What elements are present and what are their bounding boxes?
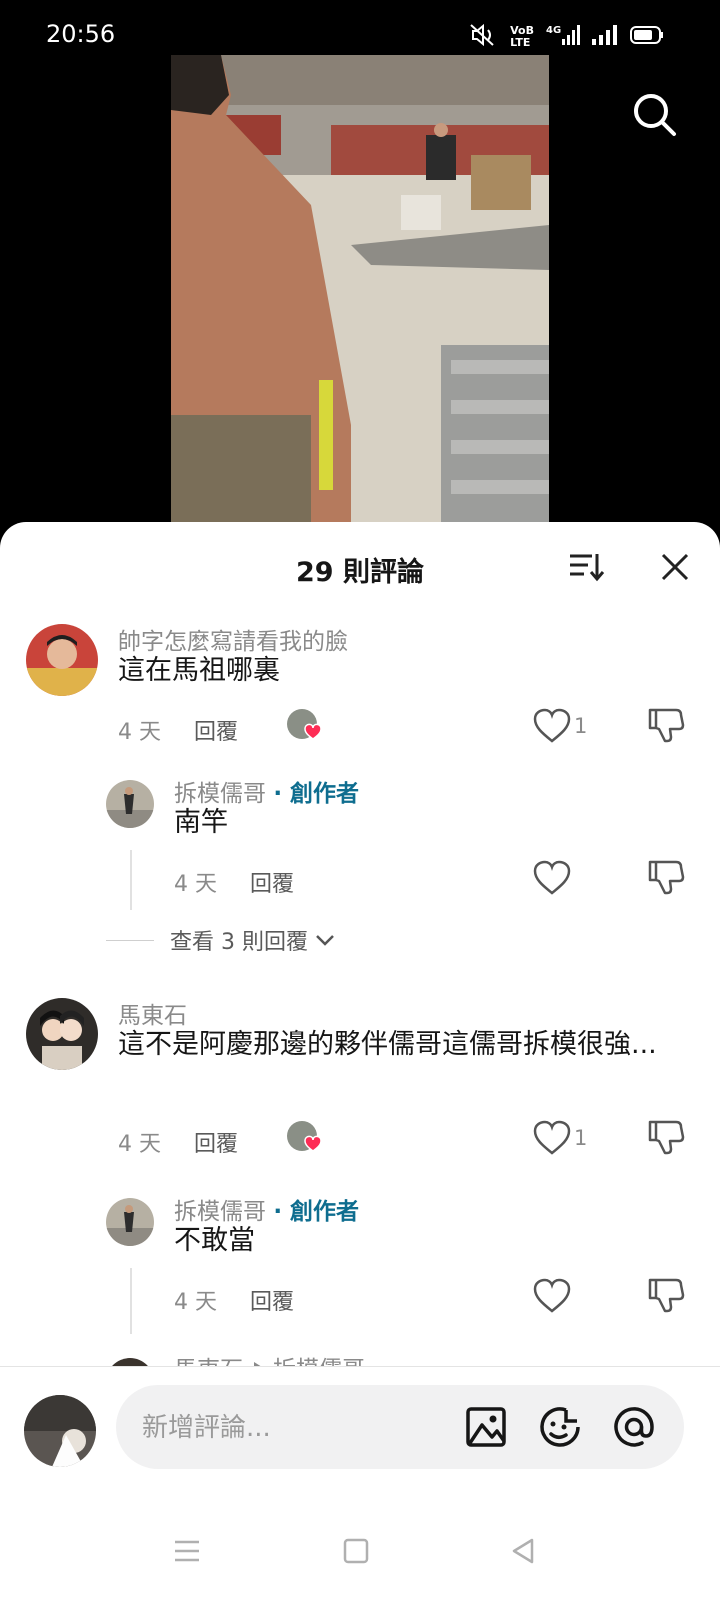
creator-liked-icon (286, 1120, 324, 1154)
like-button[interactable] (532, 1120, 572, 1156)
reply-text: 南竿 (174, 807, 228, 838)
my-avatar[interactable] (24, 1395, 96, 1467)
view-replies-button[interactable]: 查看 3 則回覆 (106, 924, 336, 956)
comment-age: 4 天 (118, 720, 161, 745)
comment-text: 這在馬祖哪裏 (118, 655, 280, 686)
avatar[interactable] (26, 998, 98, 1070)
thumbs-down-icon (648, 860, 685, 895)
mute-icon (468, 22, 498, 52)
reply-username: 拆模儒哥 · 創作者 (174, 774, 359, 808)
view-replies-label: 查看 3 則回覆 (170, 930, 308, 955)
comments-header: 29 則評論 (0, 522, 720, 608)
signal-4g-icon: 4G (546, 23, 580, 51)
dislike-button[interactable] (646, 706, 686, 744)
heart-outline-icon (533, 860, 571, 895)
reply-age: 4 天 (174, 872, 217, 897)
svg-text:4G: 4G (546, 25, 561, 36)
video-frame (171, 55, 549, 525)
creator-liked-icon (286, 708, 324, 742)
close-button[interactable] (660, 552, 690, 582)
thumbs-down-icon (648, 708, 685, 743)
menu-button[interactable] (172, 1536, 202, 1566)
comments-list: 帥字怎麼寫請看我的臉 這在馬祖哪裏 4 天 回覆 1 拆模儒哥 · 創作者 南竿… (0, 608, 720, 1378)
status-time: 20:56 (46, 20, 116, 48)
like-button[interactable] (532, 1278, 572, 1314)
home-button[interactable] (341, 1536, 371, 1566)
image-button[interactable] (464, 1405, 508, 1449)
signal-icon (592, 24, 618, 50)
search-icon (634, 94, 676, 136)
battery-icon (630, 25, 664, 49)
dislike-button[interactable] (646, 858, 686, 896)
thread-line (130, 1268, 132, 1334)
dislike-button[interactable] (646, 1118, 686, 1156)
chevron-down-icon (316, 935, 334, 946)
heart-outline-icon (533, 1120, 571, 1155)
like-button[interactable] (532, 860, 572, 896)
status-icons: VoB LTE 4G (468, 22, 664, 52)
comment-item: 帥字怎麼寫請看我的臉 這在馬祖哪裏 4 天 回覆 1 (0, 608, 720, 758)
comment-age: 4 天 (118, 1132, 161, 1157)
home-icon (343, 1538, 369, 1564)
back-icon (512, 1538, 534, 1564)
comment-input-bar: 新增評論... (0, 1366, 720, 1496)
comment-input-placeholder: 新增評論... (142, 1413, 271, 1443)
reply-button[interactable]: 回覆 (250, 1284, 294, 1316)
creator-avatar[interactable] (106, 1198, 154, 1246)
comments-title: 29 則評論 (296, 557, 424, 588)
heart-outline-icon (533, 708, 571, 743)
reply-button[interactable]: 回覆 (194, 714, 238, 746)
comment-text: 這不是阿慶那邊的夥伴儒哥這儒哥拆模很強... (118, 1029, 657, 1060)
dislike-button[interactable] (646, 1276, 686, 1314)
menu-icon (175, 1540, 199, 1562)
thread-line (130, 850, 132, 910)
comment-username[interactable]: 帥字怎麼寫請看我的臉 (118, 622, 348, 656)
like-button[interactable] (532, 708, 572, 744)
sort-icon (570, 554, 605, 582)
back-button[interactable] (508, 1536, 538, 1566)
reply-button[interactable]: 回覆 (194, 1126, 238, 1158)
thumbs-down-icon (648, 1278, 685, 1313)
reply-username: 拆模儒哥 · 創作者 (174, 1192, 359, 1226)
divider (106, 939, 154, 941)
reply-item: 拆模儒哥 · 創作者 南竿 4 天 回覆 (0, 758, 720, 918)
heart-outline-icon (533, 1278, 571, 1313)
thumbs-down-icon (648, 1120, 685, 1155)
like-count: 1 (574, 714, 588, 738)
close-icon (661, 553, 689, 581)
image-icon (466, 1407, 506, 1447)
system-nav-bar (0, 1496, 720, 1600)
search-button[interactable] (630, 90, 680, 140)
comment-item: 馬東石 這不是阿慶那邊的夥伴儒哥這儒哥拆模很強... 4 天 回覆 1 (0, 982, 720, 1182)
at-icon (614, 1407, 654, 1447)
comment-username[interactable]: 馬東石 (118, 996, 187, 1030)
volte-label: VoB LTE (510, 24, 534, 49)
avatar[interactable] (26, 624, 98, 696)
reply-text: 不敢當 (174, 1225, 255, 1256)
reply-item: 拆模儒哥 · 創作者 不敢當 4 天 回覆 (0, 1182, 720, 1342)
mention-button[interactable] (612, 1405, 656, 1449)
reply-age: 4 天 (174, 1290, 217, 1315)
creator-avatar[interactable] (106, 780, 154, 828)
emoji-button[interactable] (538, 1405, 582, 1449)
emoji-icon (540, 1407, 580, 1447)
video-player[interactable] (171, 55, 549, 525)
creator-tag: · 創作者 (273, 781, 360, 807)
like-count: 1 (574, 1126, 588, 1150)
creator-tag: · 創作者 (273, 1199, 360, 1225)
sort-button[interactable] (566, 546, 606, 586)
reply-button[interactable]: 回覆 (250, 866, 294, 898)
